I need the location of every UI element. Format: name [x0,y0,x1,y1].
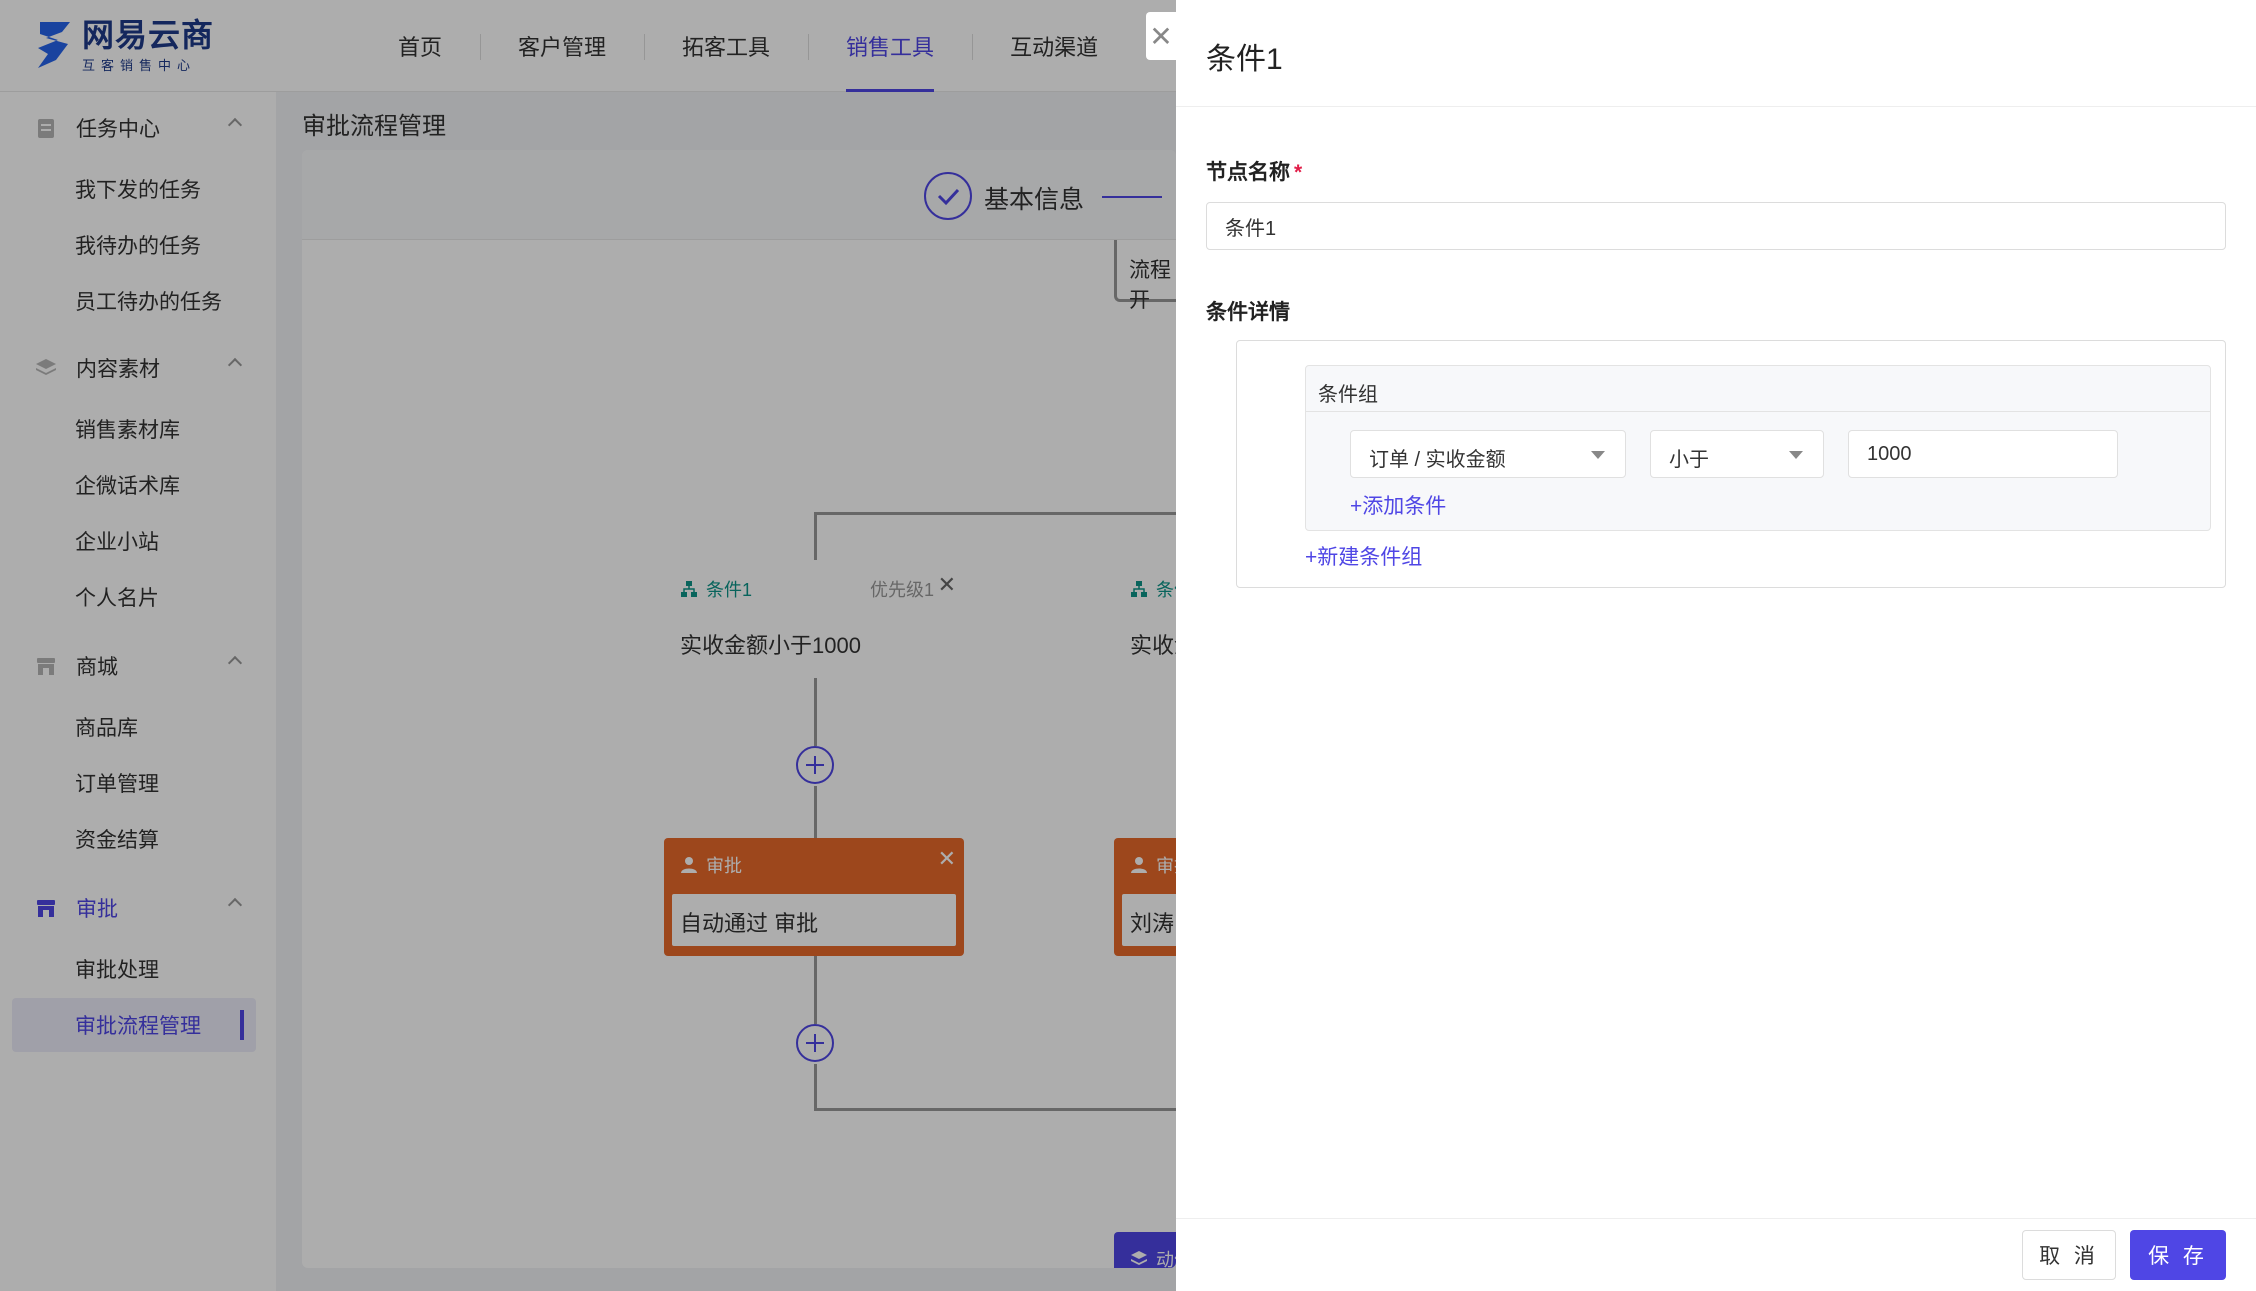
divider [1176,1218,2256,1219]
field-select[interactable]: 订单 / 实收金额 [1350,430,1626,478]
operator-select-value: 小于 [1669,449,1709,471]
node-name-label-text: 节点名称 [1206,161,1290,184]
new-condition-group-button[interactable]: +新建条件组 [1305,541,1422,571]
caret-down-icon [1591,451,1605,459]
node-name-label: 节点名称 * [1206,156,1302,186]
divider [1176,106,2256,107]
caret-down-icon [1789,451,1803,459]
condition-details-box: 条件组 订单 / 实收金额 小于 1000 +添加条件 +新建条件组 [1236,340,2226,588]
drawer-title: 条件1 [1206,43,1283,76]
close-icon[interactable]: ✕ [1146,12,1176,60]
modal-overlay[interactable] [0,0,1176,1291]
operator-select[interactable]: 小于 [1650,430,1824,478]
condition-value: 1000 [1867,443,1912,465]
condition-settings-drawer: 条件1 节点名称* 条件详情 条件组 订单 / 实收金额 小于 1000 +添加… [1176,0,2256,1291]
condition-value-input[interactable]: 1000 [1848,430,2118,478]
condition-details-label: 条件详情 [1206,301,1290,324]
node-name-input[interactable] [1206,202,2226,250]
cancel-button[interactable]: 取 消 [2022,1230,2116,1280]
field-select-value: 订单 / 实收金额 [1369,449,1506,471]
condition-group-title: 条件组 [1306,366,2210,412]
condition-group: 条件组 订单 / 实收金额 小于 1000 +添加条件 [1305,365,2211,531]
required-asterisk: * [1294,161,1303,184]
save-button[interactable]: 保 存 [2130,1230,2226,1280]
add-condition-button[interactable]: +添加条件 [1350,490,1446,520]
